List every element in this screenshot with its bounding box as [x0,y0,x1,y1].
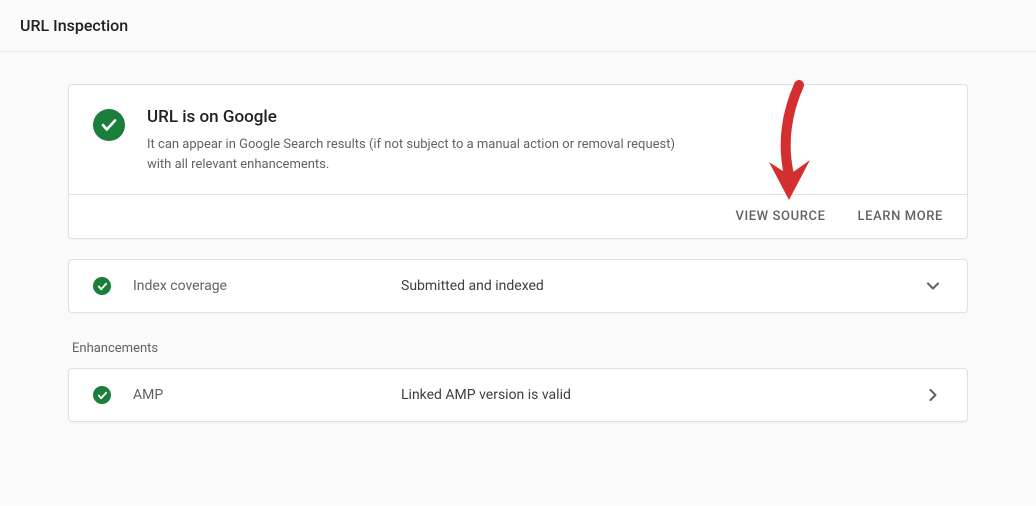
view-source-button[interactable]: VIEW SOURCE [735,209,825,224]
status-title: URL is on Google [147,107,943,127]
row-label: Index coverage [133,278,401,294]
chevron-down-icon [923,276,943,296]
index-coverage-row[interactable]: Index coverage Submitted and indexed [68,259,968,313]
chevron-right-icon [923,385,943,405]
status-card: URL is on Google It can appear in Google… [68,84,968,239]
learn-more-button[interactable]: LEARN MORE [858,209,943,224]
row-label: AMP [133,387,401,403]
row-value: Linked AMP version is valid [401,387,923,403]
amp-row[interactable]: AMP Linked AMP version is valid [68,368,968,422]
row-value: Submitted and indexed [401,278,923,294]
status-description: It can appear in Google Search results (… [147,135,687,174]
check-icon [93,277,111,295]
enhancements-section-label: Enhancements [68,341,968,356]
page-header: URL Inspection [0,0,1036,52]
check-icon [93,386,111,404]
page-title: URL Inspection [20,16,1016,35]
check-icon [93,109,125,141]
content-area: URL is on Google It can appear in Google… [0,52,1036,505]
